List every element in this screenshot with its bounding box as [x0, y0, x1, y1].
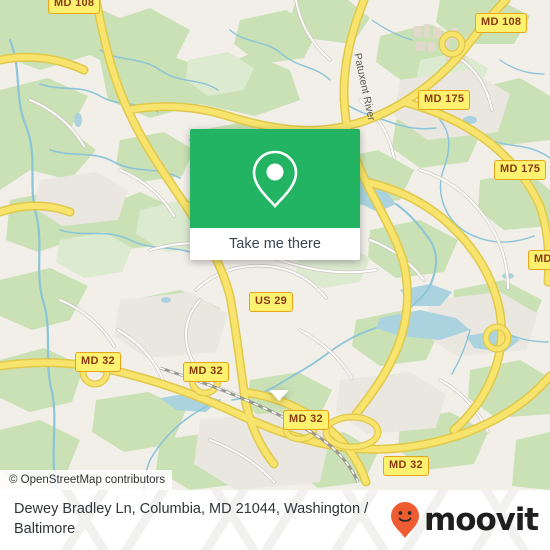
road-shield-md-right-edge: MD [528, 250, 550, 270]
bottom-info-bar: Dewey Bradley Ln, Columbia, MD 21044, Wa… [0, 490, 550, 550]
osm-attribution[interactable]: © OpenStreetMap contributors [0, 470, 173, 490]
road-shield-us-29: US 29 [249, 292, 294, 312]
road-shield-md-32-west: MD 32 [75, 352, 121, 372]
moovit-pin-smile-icon [391, 502, 420, 538]
moovit-logo[interactable]: moovit [390, 501, 539, 539]
address-text: Dewey Bradley Ln, Columbia, MD 21044, Wa… [14, 500, 384, 539]
road-shield-md-175-right: MD 175 [494, 160, 547, 180]
road-shield-md-32-southeast: MD 32 [383, 456, 429, 476]
road-shield-md-108-nw: MD 108 [48, 0, 101, 14]
take-me-there-label: Take me there [229, 236, 321, 252]
road-shield-md-175-top: MD 175 [418, 90, 471, 110]
location-popup-card[interactable]: Take me there [190, 129, 360, 401]
moovit-location-card: MD 108 MD 108 MD 175 MD 175 MD US 29 MD … [0, 0, 550, 550]
address-line-1: Dewey Bradley Ln, Columbia, MD 21044, Wa… [14, 501, 361, 518]
popup-image-panel [190, 129, 360, 228]
moovit-wordmark: moovit [424, 501, 539, 538]
road-shield-md-32-center: MD 32 [183, 362, 229, 382]
map-canvas[interactable]: MD 108 MD 108 MD 175 MD 175 MD US 29 MD … [0, 0, 550, 490]
road-shield-md-108: MD 108 [475, 13, 528, 33]
popup-cta-bar[interactable]: Take me there [190, 228, 360, 260]
map-pin-icon [252, 150, 298, 208]
popup-pointer-tail [269, 390, 289, 401]
road-shield-md-32-south: MD 32 [283, 410, 329, 430]
